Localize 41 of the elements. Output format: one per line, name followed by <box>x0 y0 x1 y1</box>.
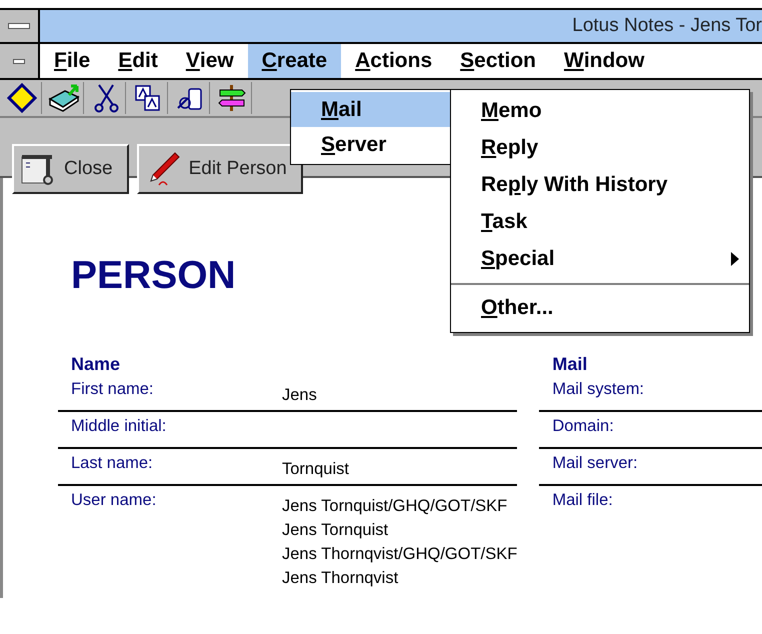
field-label: Middle initial: <box>71 416 168 437</box>
menu-item[interactable]: Special <box>451 240 749 277</box>
window-title: Lotus Notes - Jens Tor <box>572 14 762 38</box>
menu-item[interactable]: Create <box>248 44 342 78</box>
close-button[interactable]: Close <box>12 144 129 194</box>
field-value: Jens <box>282 385 317 406</box>
field-value: Jens Thornqvist/GHQ/GOT/SKF <box>282 544 518 565</box>
menu-item[interactable]: Task <box>451 203 749 240</box>
menu-item[interactable]: Actions <box>341 44 446 78</box>
menu-item[interactable]: Section <box>446 44 550 78</box>
field-label: Mail file: <box>552 490 614 511</box>
menu-item[interactable]: Mail <box>291 92 450 127</box>
submenu-arrow-icon <box>731 252 739 266</box>
signpost-icon[interactable] <box>216 83 246 113</box>
field-label: Mail server: <box>552 453 639 474</box>
field-label: First name: <box>71 379 155 400</box>
menu-item[interactable]: View <box>172 44 248 78</box>
field-value: Jens Thornqvist <box>282 568 400 589</box>
menu-item[interactable]: Reply With History <box>451 166 749 203</box>
edit-person-button[interactable]: Edit Person <box>136 144 303 194</box>
form-title: PERSON <box>71 253 236 295</box>
field-value: Tornquist <box>282 459 349 480</box>
field-label: Mail system: <box>552 379 646 400</box>
diamond-icon[interactable] <box>6 83 36 113</box>
field-label: User name: <box>71 490 158 511</box>
menu-item[interactable]: Edit <box>104 44 172 78</box>
field-label: Last name: <box>71 453 154 474</box>
menu-item[interactable]: Reply <box>451 129 749 166</box>
menu-item[interactable]: Memo <box>451 92 749 129</box>
menu-item[interactable]: Window <box>550 44 658 78</box>
document-menu-button[interactable] <box>0 44 40 78</box>
field-label: Domain: <box>552 416 615 437</box>
letters-icon[interactable] <box>132 83 162 113</box>
menu-item[interactable]: File <box>40 44 104 78</box>
section-heading: Mail <box>551 353 588 375</box>
field-value: Jens Tornquist/GHQ/GOT/SKF <box>282 496 508 517</box>
book-icon[interactable] <box>46 83 80 113</box>
system-menu-button[interactable] <box>0 10 40 42</box>
field-value: Jens Tornquist <box>282 520 390 541</box>
section-heading: Name <box>70 353 122 375</box>
menu-item[interactable]: Other... <box>451 289 749 326</box>
